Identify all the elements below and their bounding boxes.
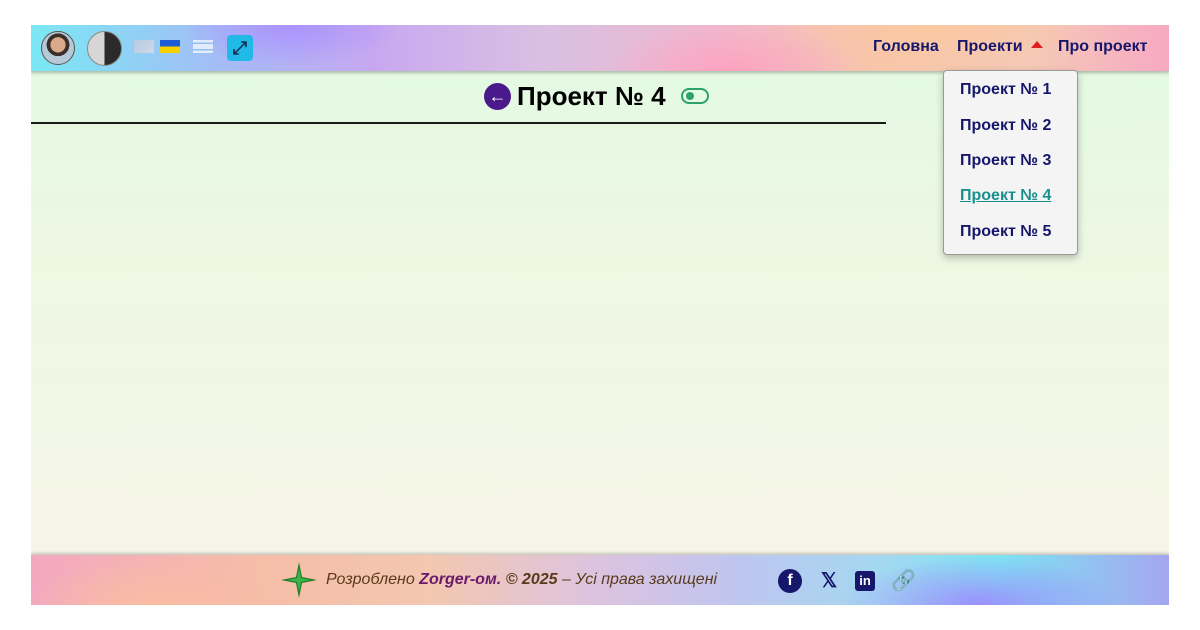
footer-credit: Розроблено Zorger-ом. © 2025 – Усі права… — [326, 571, 717, 589]
facebook-icon[interactable]: f — [778, 569, 802, 593]
projects-dropdown: Проект № 1 Проект № 2 Проект № 3 Проект … — [943, 70, 1078, 255]
dropdown-item-project-5[interactable]: Проект № 5 — [960, 223, 1051, 241]
nav-about-link[interactable]: Про проект — [1058, 38, 1147, 56]
compass-star-icon[interactable] — [281, 562, 317, 598]
caret-up-icon[interactable] — [1031, 41, 1043, 48]
nav-home-link[interactable]: Головна — [873, 38, 939, 56]
flag-gb-icon[interactable] — [134, 40, 154, 53]
footer-bar: Розроблено Zorger-ом. © 2025 – Усі права… — [31, 555, 1169, 605]
expand-icon[interactable]: ⤢ — [227, 35, 253, 61]
dropdown-item-project-2[interactable]: Проект № 2 — [960, 117, 1051, 135]
flag-il-icon[interactable] — [193, 40, 213, 53]
dropdown-item-project-1[interactable]: Проект № 1 — [960, 81, 1051, 99]
footer-brand[interactable]: Zorger-ом. — [419, 571, 501, 588]
back-arrow-icon[interactable]: ← — [484, 83, 511, 110]
linkedin-icon[interactable]: in — [855, 571, 875, 591]
title-row: ← Проект № 4 — [31, 81, 886, 111]
dropdown-item-project-3[interactable]: Проект № 3 — [960, 152, 1051, 170]
footer-prefix: Розроблено — [326, 571, 415, 588]
dropdown-item-project-4[interactable]: Проект № 4 — [960, 187, 1051, 205]
flag-ua-icon[interactable] — [160, 40, 180, 53]
footer-copyright: © 2025 — [505, 571, 558, 588]
page-title: Проект № 4 — [517, 81, 666, 111]
nav-projects-link[interactable]: Проекти — [957, 38, 1023, 56]
page-frame: ⤢ Головна Проекти Про проект ← Проект № … — [31, 25, 1169, 605]
toggle-icon[interactable] — [681, 88, 709, 104]
toggle-knob — [686, 92, 694, 100]
footer-rights: – Усі права захищені — [561, 571, 718, 588]
header-bar: ⤢ Головна Проекти Про проект — [31, 25, 1169, 71]
link-icon[interactable]: 🔗 — [891, 569, 916, 593]
avatar[interactable] — [41, 31, 75, 65]
title-divider — [31, 122, 886, 124]
x-icon[interactable]: 𝕏 — [817, 569, 841, 593]
yin-yang-icon[interactable] — [87, 31, 122, 66]
